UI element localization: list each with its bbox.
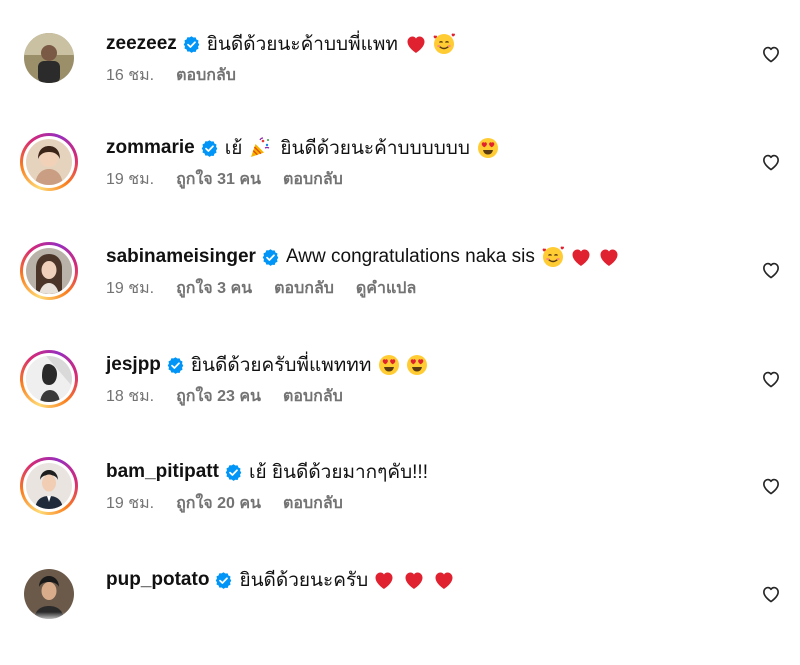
comment-text: ยินดีด้วยนะครับ	[239, 570, 369, 591]
username[interactable]: bam_pitipatt	[106, 461, 219, 483]
avatar[interactable]	[24, 33, 74, 83]
likes-count[interactable]: ถูกใจ 31 คน	[176, 167, 261, 192]
comment-item: sabinameisinger Aww congratulations naka…	[0, 242, 800, 342]
reply-button[interactable]: ตอบกลับ	[176, 63, 236, 88]
see-translation-button[interactable]: ดูคำแปล	[356, 276, 416, 301]
comment-meta: 18 ชม. ถูกใจ 23 คน ตอบกลับ	[106, 384, 365, 408]
comment-meta: 16 ชม. ตอบกลับ	[106, 63, 258, 87]
heart-outline-icon	[763, 586, 779, 603]
red-heart-icon	[402, 568, 426, 592]
like-button[interactable]	[760, 43, 782, 65]
scroll-fade	[0, 612, 800, 622]
comment-time: 19 ชม.	[106, 170, 155, 188]
heart-eyes-icon	[405, 353, 429, 377]
heart-outline-icon	[763, 262, 779, 279]
heart-outline-icon	[763, 478, 779, 495]
heart-outline-icon	[763, 371, 779, 388]
reply-button[interactable]: ตอบกลับ	[283, 384, 343, 409]
like-button[interactable]	[760, 475, 782, 497]
like-button[interactable]	[760, 259, 782, 281]
comment-meta: 19 ชม. ถูกใจ 3 คน ตอบกลับ ดูคำแปล	[106, 276, 416, 300]
comment-meta: 19 ชม. ถูกใจ 20 คน ตอบกลับ	[106, 491, 365, 515]
comment-text-prefix: เย้	[224, 138, 243, 159]
comment-time: 19 ชม.	[106, 279, 155, 297]
red-heart-icon	[372, 568, 396, 592]
comment-item: zeezeez ยินดีด้วยนะค้าบบพี่แพท 16 ชม. ตอ…	[0, 29, 800, 129]
like-button[interactable]	[760, 583, 782, 605]
username[interactable]: zommarie	[106, 137, 195, 159]
verified-badge-icon	[200, 139, 219, 158]
likes-count[interactable]: ถูกใจ 23 คน	[176, 384, 261, 409]
username[interactable]: zeezeez	[106, 33, 177, 55]
comment-item: zommarie เย้ ยินดีด้วยนะค้าบบบบบบ 19 ชม.…	[0, 133, 800, 233]
comment-line: sabinameisinger Aww congratulations naka…	[106, 242, 621, 272]
comment-text: ยินดีด้วยนะค้าบบบบบบ	[280, 138, 470, 159]
username[interactable]: jesjpp	[106, 354, 161, 376]
heart-outline-icon	[763, 46, 779, 63]
avatar[interactable]	[20, 457, 78, 515]
comment-text: ยินดีด้วยครับพี่แพททท	[190, 355, 372, 376]
heart-eyes-icon	[476, 136, 500, 160]
reply-button[interactable]: ตอบกลับ	[283, 491, 343, 516]
comment-line: pup_potato ยินดีด้วยนะครับ	[106, 565, 456, 595]
red-heart-icon	[597, 245, 621, 269]
comment-text: Aww congratulations naka sis	[285, 246, 535, 267]
verified-badge-icon	[214, 571, 233, 590]
verified-badge-icon	[166, 356, 185, 375]
verified-badge-icon	[261, 248, 280, 267]
likes-count[interactable]: ถูกใจ 3 คน	[176, 276, 252, 301]
red-heart-icon	[404, 32, 428, 56]
smiling-face-with-hearts-icon	[541, 245, 565, 269]
heart-outline-icon	[763, 154, 779, 171]
avatar[interactable]	[20, 242, 78, 300]
comment-line: zommarie เย้ ยินดีด้วยนะค้าบบบบบบ	[106, 133, 500, 163]
avatar[interactable]	[20, 133, 78, 191]
likes-count[interactable]: ถูกใจ 20 คน	[176, 491, 261, 516]
verified-badge-icon	[182, 35, 201, 54]
red-heart-icon	[432, 568, 456, 592]
comment-time: 18 ชม.	[106, 387, 155, 405]
comment-time: 19 ชม.	[106, 494, 155, 512]
avatar[interactable]	[20, 350, 78, 408]
verified-badge-icon	[224, 463, 243, 482]
comment-text: ยินดีด้วยนะค้าบบพี่แพท	[206, 34, 398, 55]
username[interactable]: pup_potato	[106, 569, 209, 591]
party-popper-icon	[248, 136, 272, 160]
like-button[interactable]	[760, 151, 782, 173]
comment-item: bam_pitipatt เย้ ยินดีด้วยมากๆคับ!!! 19 …	[0, 457, 800, 557]
smiling-face-with-hearts-icon	[432, 32, 456, 56]
comment-text: เย้ ยินดีด้วยมากๆคับ!!!	[248, 462, 428, 483]
heart-eyes-icon	[377, 353, 401, 377]
comment-item: jesjpp ยินดีด้วยครับพี่แพททท 18 ชม. ถูกใ…	[0, 350, 800, 450]
comment-line: jesjpp ยินดีด้วยครับพี่แพททท	[106, 350, 429, 380]
comment-time: 16 ชม.	[106, 66, 155, 84]
red-heart-icon	[569, 245, 593, 269]
comment-meta: 19 ชม. ถูกใจ 31 คน ตอบกลับ	[106, 167, 365, 191]
reply-button[interactable]: ตอบกลับ	[283, 167, 343, 192]
like-button[interactable]	[760, 368, 782, 390]
comment-line: bam_pitipatt เย้ ยินดีด้วยมากๆคับ!!!	[106, 457, 428, 487]
comments-list: zeezeez ยินดีด้วยนะค้าบบพี่แพท 16 ชม. ตอ…	[0, 0, 800, 622]
reply-button[interactable]: ตอบกลับ	[274, 276, 334, 301]
comment-line: zeezeez ยินดีด้วยนะค้าบบพี่แพท	[106, 29, 456, 59]
username[interactable]: sabinameisinger	[106, 246, 256, 268]
